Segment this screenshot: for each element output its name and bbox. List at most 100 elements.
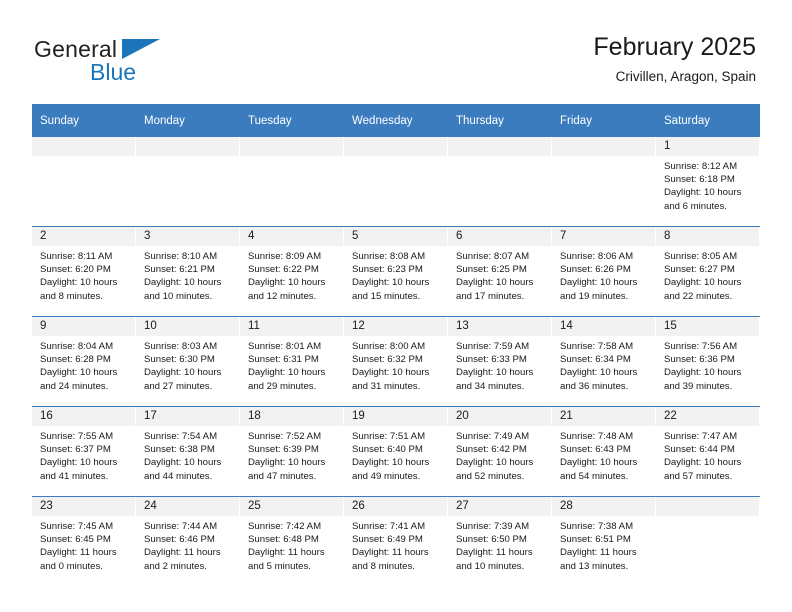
day-number: 22: [664, 410, 677, 422]
calendar-day-cell[interactable]: 7 Sunrise: 8:06 AM Sunset: 6:26 PM Daylight…: [552, 226, 656, 317]
calendar-day-cell[interactable]: 4 Sunrise: 8:09 AM Sunset: 6:22 PM Daylight…: [240, 226, 344, 317]
calendar-empty-cell: [240, 137, 344, 227]
brand-logo[interactable]: General Blue: [34, 36, 254, 86]
calendar-week-row: 2 Sunrise: 8:11 AM Sunset: 6:20 PM Daylight…: [32, 226, 760, 317]
calendar-empty-cell: [344, 137, 448, 227]
daylight-duration-line1: Daylight: 10 hours: [40, 277, 118, 289]
day-number-band: 22: [656, 407, 760, 426]
calendar-day-cell[interactable]: 15 Sunrise: 7:56 AM Sunset: 6:36 PM Dayligh…: [656, 316, 760, 407]
daylight-duration-line1: Daylight: 11 hours: [144, 547, 221, 559]
sunrise-time: Sunrise: 8:03 AM: [144, 341, 218, 352]
day-cell-body: Sunrise: 7:42 AM Sunset: 6:48 PM Daylight:…: [240, 516, 344, 573]
calendar-day-cell[interactable]: 28 Sunrise: 7:38 AM Sunset: 6:51 PM Dayligh…: [552, 496, 656, 586]
calendar-day-cell[interactable]: 18 Sunrise: 7:52 AM Sunset: 6:39 PM Dayligh…: [240, 406, 344, 497]
day-number: 6: [456, 230, 463, 242]
day-number: 15: [664, 320, 677, 332]
day-cell-body: Sunrise: 8:05 AM Sunset: 6:27 PM Daylight:…: [656, 246, 760, 303]
calendar-day-cell[interactable]: 9 Sunrise: 8:04 AM Sunset: 6:28 PM Daylight…: [32, 316, 136, 407]
day-number: 12: [352, 320, 365, 332]
day-cell-inner: 25 Sunrise: 7:42 AM Sunset: 6:48 PM Dayligh…: [240, 497, 344, 586]
daylight-duration-line2: and 27 minutes.: [144, 380, 213, 392]
calendar-day-cell[interactable]: 21 Sunrise: 7:48 AM Sunset: 6:43 PM Dayligh…: [552, 406, 656, 497]
day-number: 27: [456, 500, 469, 512]
calendar-day-cell[interactable]: 13 Sunrise: 7:59 AM Sunset: 6:33 PM Dayligh…: [448, 316, 552, 407]
sunset-time: Sunset: 6:23 PM: [352, 264, 423, 276]
sunrise-time: Sunrise: 8:10 AM: [144, 251, 218, 262]
sunset-time: Sunset: 6:22 PM: [248, 264, 319, 276]
day-number-band: 17: [136, 407, 240, 426]
day-cell-body: Sunrise: 7:49 AM Sunset: 6:42 PM Daylight:…: [448, 426, 552, 483]
sunrise-time: Sunrise: 7:51 AM: [352, 431, 426, 442]
daylight-duration-line1: Daylight: 10 hours: [560, 367, 638, 379]
sunrise-time: Sunrise: 7:47 AM: [664, 431, 738, 442]
day-cell-inner: 14 Sunrise: 7:58 AM Sunset: 6:34 PM Dayligh…: [552, 317, 656, 406]
calendar-day-cell[interactable]: 20 Sunrise: 7:49 AM Sunset: 6:42 PM Dayligh…: [448, 406, 552, 497]
daylight-duration-line1: Daylight: 10 hours: [664, 277, 742, 289]
calendar-day-cell[interactable]: 26 Sunrise: 7:41 AM Sunset: 6:49 PM Dayligh…: [344, 496, 448, 586]
sunrise-time: Sunrise: 8:12 AM: [664, 161, 738, 172]
daylight-duration-line2: and 19 minutes.: [560, 290, 629, 302]
sunset-time: Sunset: 6:42 PM: [456, 444, 527, 456]
calendar-day-cell[interactable]: 16 Sunrise: 7:55 AM Sunset: 6:37 PM Dayligh…: [32, 406, 136, 497]
day-cell-body: Sunrise: 8:12 AM Sunset: 6:18 PM Daylight:…: [656, 156, 760, 213]
day-number: 28: [560, 500, 573, 512]
day-cell-body: Sunrise: 8:10 AM Sunset: 6:21 PM Daylight:…: [136, 246, 240, 303]
sunset-time: Sunset: 6:28 PM: [40, 354, 111, 366]
day-number: 16: [40, 410, 53, 422]
daylight-duration-line2: and 57 minutes.: [664, 470, 733, 482]
page-title: February 2025: [593, 33, 756, 61]
day-cell-inner: 26 Sunrise: 7:41 AM Sunset: 6:49 PM Dayligh…: [344, 497, 448, 586]
daylight-duration-line1: Daylight: 10 hours: [560, 277, 638, 289]
calendar-day-cell[interactable]: 27 Sunrise: 7:39 AM Sunset: 6:50 PM Dayligh…: [448, 496, 552, 586]
page-subtitle-location: Crivillen, Aragon, Spain: [615, 69, 756, 84]
day-cell-body: Sunrise: 7:55 AM Sunset: 6:37 PM Daylight:…: [32, 426, 136, 483]
calendar-day-cell[interactable]: 25 Sunrise: 7:42 AM Sunset: 6:48 PM Dayligh…: [240, 496, 344, 586]
day-cell-body: Sunrise: 7:58 AM Sunset: 6:34 PM Daylight:…: [552, 336, 656, 393]
day-number: 13: [456, 320, 469, 332]
day-number: 17: [144, 410, 157, 422]
day-number: 14: [560, 320, 573, 332]
day-cell-body: Sunrise: 8:09 AM Sunset: 6:22 PM Daylight:…: [240, 246, 344, 303]
day-cell-body: Sunrise: 8:03 AM Sunset: 6:30 PM Daylight:…: [136, 336, 240, 393]
sunset-time: Sunset: 6:45 PM: [40, 534, 111, 546]
calendar-day-cell[interactable]: 24 Sunrise: 7:44 AM Sunset: 6:46 PM Dayligh…: [136, 496, 240, 586]
calendar-day-cell[interactable]: 14 Sunrise: 7:58 AM Sunset: 6:34 PM Dayligh…: [552, 316, 656, 407]
calendar-day-cell[interactable]: 19 Sunrise: 7:51 AM Sunset: 6:40 PM Dayligh…: [344, 406, 448, 497]
sunset-time: Sunset: 6:20 PM: [40, 264, 111, 276]
daylight-duration-line2: and 15 minutes.: [352, 290, 421, 302]
calendar-empty-cell: [448, 137, 552, 227]
sunrise-time: Sunrise: 8:08 AM: [352, 251, 426, 262]
calendar-day-cell[interactable]: 3 Sunrise: 8:10 AM Sunset: 6:21 PM Daylight…: [136, 226, 240, 317]
day-cell-body: Sunrise: 7:44 AM Sunset: 6:46 PM Daylight:…: [136, 516, 240, 573]
day-number: 23: [40, 500, 53, 512]
daylight-duration-line1: Daylight: 11 hours: [40, 547, 117, 559]
calendar-day-cell[interactable]: 5 Sunrise: 8:08 AM Sunset: 6:23 PM Daylight…: [344, 226, 448, 317]
day-cell-inner: 21 Sunrise: 7:48 AM Sunset: 6:43 PM Dayligh…: [552, 407, 656, 496]
sunrise-time: Sunrise: 7:54 AM: [144, 431, 218, 442]
sunset-time: Sunset: 6:49 PM: [352, 534, 423, 546]
sunset-time: Sunset: 6:39 PM: [248, 444, 319, 456]
day-cell-body: Sunrise: 7:38 AM Sunset: 6:51 PM Daylight:…: [552, 516, 656, 573]
calendar-day-cell[interactable]: 2 Sunrise: 8:11 AM Sunset: 6:20 PM Daylight…: [32, 226, 136, 317]
sunrise-time: Sunrise: 7:55 AM: [40, 431, 114, 442]
calendar-day-cell[interactable]: 17 Sunrise: 7:54 AM Sunset: 6:38 PM Dayligh…: [136, 406, 240, 497]
calendar-day-cell[interactable]: 1 Sunrise: 8:12 AM Sunset: 6:18 PM Daylight…: [656, 137, 760, 227]
sunset-time: Sunset: 6:25 PM: [456, 264, 527, 276]
sunrise-time: Sunrise: 8:01 AM: [248, 341, 322, 352]
day-cell-body: Sunrise: 8:08 AM Sunset: 6:23 PM Daylight:…: [344, 246, 448, 303]
day-cell-body: Sunrise: 7:59 AM Sunset: 6:33 PM Daylight:…: [448, 336, 552, 393]
calendar-day-cell[interactable]: 11 Sunrise: 8:01 AM Sunset: 6:31 PM Dayligh…: [240, 316, 344, 407]
calendar-day-cell[interactable]: 6 Sunrise: 8:07 AM Sunset: 6:25 PM Daylight…: [448, 226, 552, 317]
calendar-day-cell[interactable]: 8 Sunrise: 8:05 AM Sunset: 6:27 PM Daylight…: [656, 226, 760, 317]
calendar-day-cell[interactable]: 22 Sunrise: 7:47 AM Sunset: 6:44 PM Dayligh…: [656, 406, 760, 497]
calendar-day-cell[interactable]: 23 Sunrise: 7:45 AM Sunset: 6:45 PM Dayligh…: [32, 496, 136, 586]
day-number-band: 2: [32, 227, 136, 246]
daylight-duration-line2: and 52 minutes.: [456, 470, 525, 482]
daylight-duration-line2: and 0 minutes.: [40, 560, 103, 572]
daylight-duration-line1: Daylight: 10 hours: [144, 277, 222, 289]
calendar-day-cell[interactable]: 10 Sunrise: 8:03 AM Sunset: 6:30 PM Dayligh…: [136, 316, 240, 407]
day-number: 19: [352, 410, 365, 422]
day-cell-inner: 23 Sunrise: 7:45 AM Sunset: 6:45 PM Dayligh…: [32, 497, 136, 586]
brand-name-blue: Blue: [90, 59, 137, 85]
calendar-day-cell[interactable]: 12 Sunrise: 8:00 AM Sunset: 6:32 PM Dayligh…: [344, 316, 448, 407]
